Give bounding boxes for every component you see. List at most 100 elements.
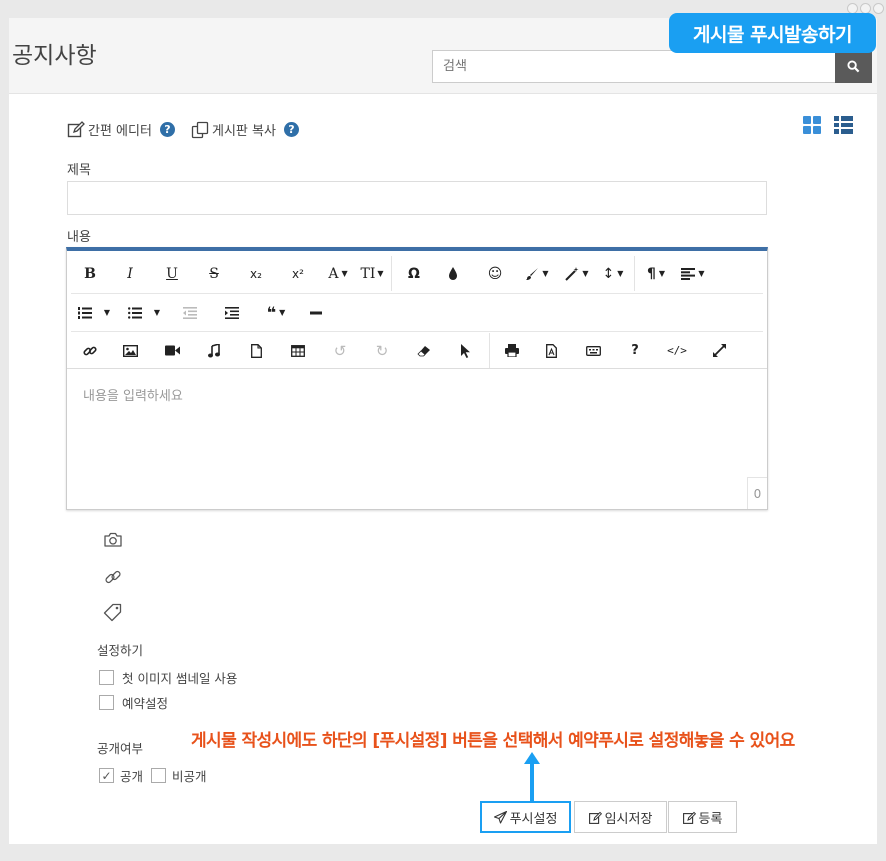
pdf-button[interactable]: [530, 336, 572, 366]
bullet-list-button[interactable]: ▼: [117, 298, 171, 328]
camera-icon[interactable]: [103, 530, 123, 550]
expand-icon: [712, 344, 726, 357]
search-input[interactable]: [432, 50, 836, 83]
editor-toolbar: B I U S x₂ x² A ▼ TI ▼ Ω ☺ ▼ ▼ ↕ ▼ ¶ ▼ ▼ ▼ ▼…: [67, 251, 767, 369]
ordered-list-icon: [77, 306, 92, 319]
italic-button[interactable]: I: [109, 259, 151, 289]
subscript-button[interactable]: x₂: [235, 259, 277, 289]
help-icon[interactable]: ?: [283, 122, 299, 137]
eraser-button[interactable]: [403, 336, 445, 366]
underline-button[interactable]: U: [151, 259, 193, 289]
table-icon: [291, 344, 305, 357]
line-height-button[interactable]: ↕ ▼: [596, 259, 630, 289]
brush-button[interactable]: ▼: [516, 259, 558, 289]
search-button[interactable]: [835, 50, 872, 83]
simple-editor-label: 간편 에디터: [88, 124, 152, 139]
submit-button[interactable]: 등록: [668, 801, 737, 833]
audio-button[interactable]: [193, 336, 235, 366]
file-icon: [250, 343, 262, 358]
scheduled-checkbox[interactable]: [99, 695, 114, 710]
file-button[interactable]: [235, 336, 277, 366]
editor-content-area[interactable]: 내용을 입력하세요: [67, 369, 767, 510]
special-char-button[interactable]: Ω: [396, 259, 432, 289]
undo-button[interactable]: ↺: [319, 336, 361, 366]
help-icon[interactable]: ?: [159, 122, 175, 137]
indent-button[interactable]: [209, 298, 255, 328]
help-button[interactable]: ?: [614, 336, 656, 366]
edit-icon: [682, 811, 696, 824]
image-button[interactable]: [109, 336, 151, 366]
copy-board-link[interactable]: 게시판 복사 ?: [191, 120, 299, 139]
emoji-button[interactable]: ☺: [474, 259, 516, 289]
eraser-icon: [417, 345, 430, 356]
save-draft-button[interactable]: 임시저장: [574, 801, 667, 833]
font-size-label: TI: [360, 265, 376, 282]
edit-icon: [588, 811, 602, 824]
magic-wand-button[interactable]: ▼: [558, 259, 596, 289]
editor-placeholder: 내용을 입력하세요: [83, 389, 183, 404]
annotation-text: 게시물 작성시에도 하단의 [푸시설정] 버튼을 선택해서 예약푸시로 설정해놓…: [191, 731, 795, 751]
simple-editor-link[interactable]: 간편 에디터 ?: [67, 120, 175, 139]
print-button[interactable]: [494, 336, 530, 366]
submit-label: 등록: [698, 811, 723, 827]
caret-icon: ▼: [103, 308, 111, 317]
font-family-label: A: [328, 265, 339, 282]
color-drop-button[interactable]: [432, 259, 474, 289]
magic-wand-icon: [565, 266, 579, 281]
redo-button[interactable]: ↻: [361, 336, 403, 366]
ordered-list-button[interactable]: ▼: [71, 298, 117, 328]
visibility-options: ✓ 공개 비공개: [99, 766, 207, 785]
fullscreen-button[interactable]: [698, 336, 740, 366]
list-view-icon[interactable]: [834, 116, 853, 134]
horizontal-rule-icon: [310, 311, 322, 314]
caret-icon: ▼: [377, 269, 384, 278]
bold-button[interactable]: B: [71, 259, 109, 289]
code-view-button[interactable]: </>: [656, 336, 698, 366]
blockquote-button[interactable]: ❝ ▼: [255, 298, 297, 328]
outdent-icon: [183, 306, 197, 319]
push-settings-button[interactable]: 푸시설정: [480, 801, 571, 833]
print-icon: [505, 344, 519, 357]
redo-icon: ↻: [375, 341, 389, 360]
bullet-list-icon: [127, 306, 142, 319]
toolbar-separator: [634, 256, 635, 291]
link-button[interactable]: [71, 336, 109, 366]
keyboard-icon: [585, 345, 601, 356]
page-title: 공지사항: [12, 43, 97, 69]
private-checkbox[interactable]: [151, 768, 167, 783]
push-callout: 게시물 푸시발송하기: [669, 13, 876, 53]
align-left-icon: [681, 267, 696, 280]
link-icon: [83, 346, 97, 355]
font-family-button[interactable]: A ▼: [319, 259, 357, 289]
select-button[interactable]: [445, 336, 485, 366]
scheduled-label: 예약설정: [122, 696, 169, 711]
paragraph-button[interactable]: ¶ ▼: [639, 259, 673, 289]
caret-icon: ▼: [698, 269, 705, 278]
content-label: 내용: [67, 230, 91, 245]
public-checkbox[interactable]: ✓: [99, 768, 114, 783]
align-button[interactable]: ▼: [673, 259, 713, 289]
thumbnail-option[interactable]: 첫 이미지 썸네일 사용: [99, 668, 237, 687]
horizontal-rule-button[interactable]: [297, 298, 335, 328]
table-button[interactable]: [277, 336, 319, 366]
thumbnail-checkbox[interactable]: [99, 670, 114, 685]
font-size-button[interactable]: TI ▼: [357, 259, 387, 289]
smile-icon: ☺: [487, 265, 503, 282]
title-input[interactable]: [67, 181, 767, 215]
link-icon[interactable]: [103, 567, 123, 587]
settings-label: 설정하기: [97, 643, 144, 658]
caret-icon: ▼: [341, 269, 348, 278]
public-label: 공개: [120, 769, 144, 784]
quote-icon: ❝: [266, 303, 277, 322]
grid-view-icon[interactable]: [803, 116, 821, 134]
caret-icon: ▼: [279, 308, 286, 317]
pdf-icon: [545, 343, 557, 358]
scheduled-option[interactable]: 예약설정: [99, 693, 168, 712]
outdent-button[interactable]: [171, 298, 209, 328]
check-icon: ✓: [101, 768, 112, 783]
video-button[interactable]: [151, 336, 193, 366]
strikethrough-button[interactable]: S: [193, 259, 235, 289]
keyboard-button[interactable]: [572, 336, 614, 366]
tag-icon[interactable]: [103, 602, 123, 622]
superscript-button[interactable]: x²: [277, 259, 319, 289]
